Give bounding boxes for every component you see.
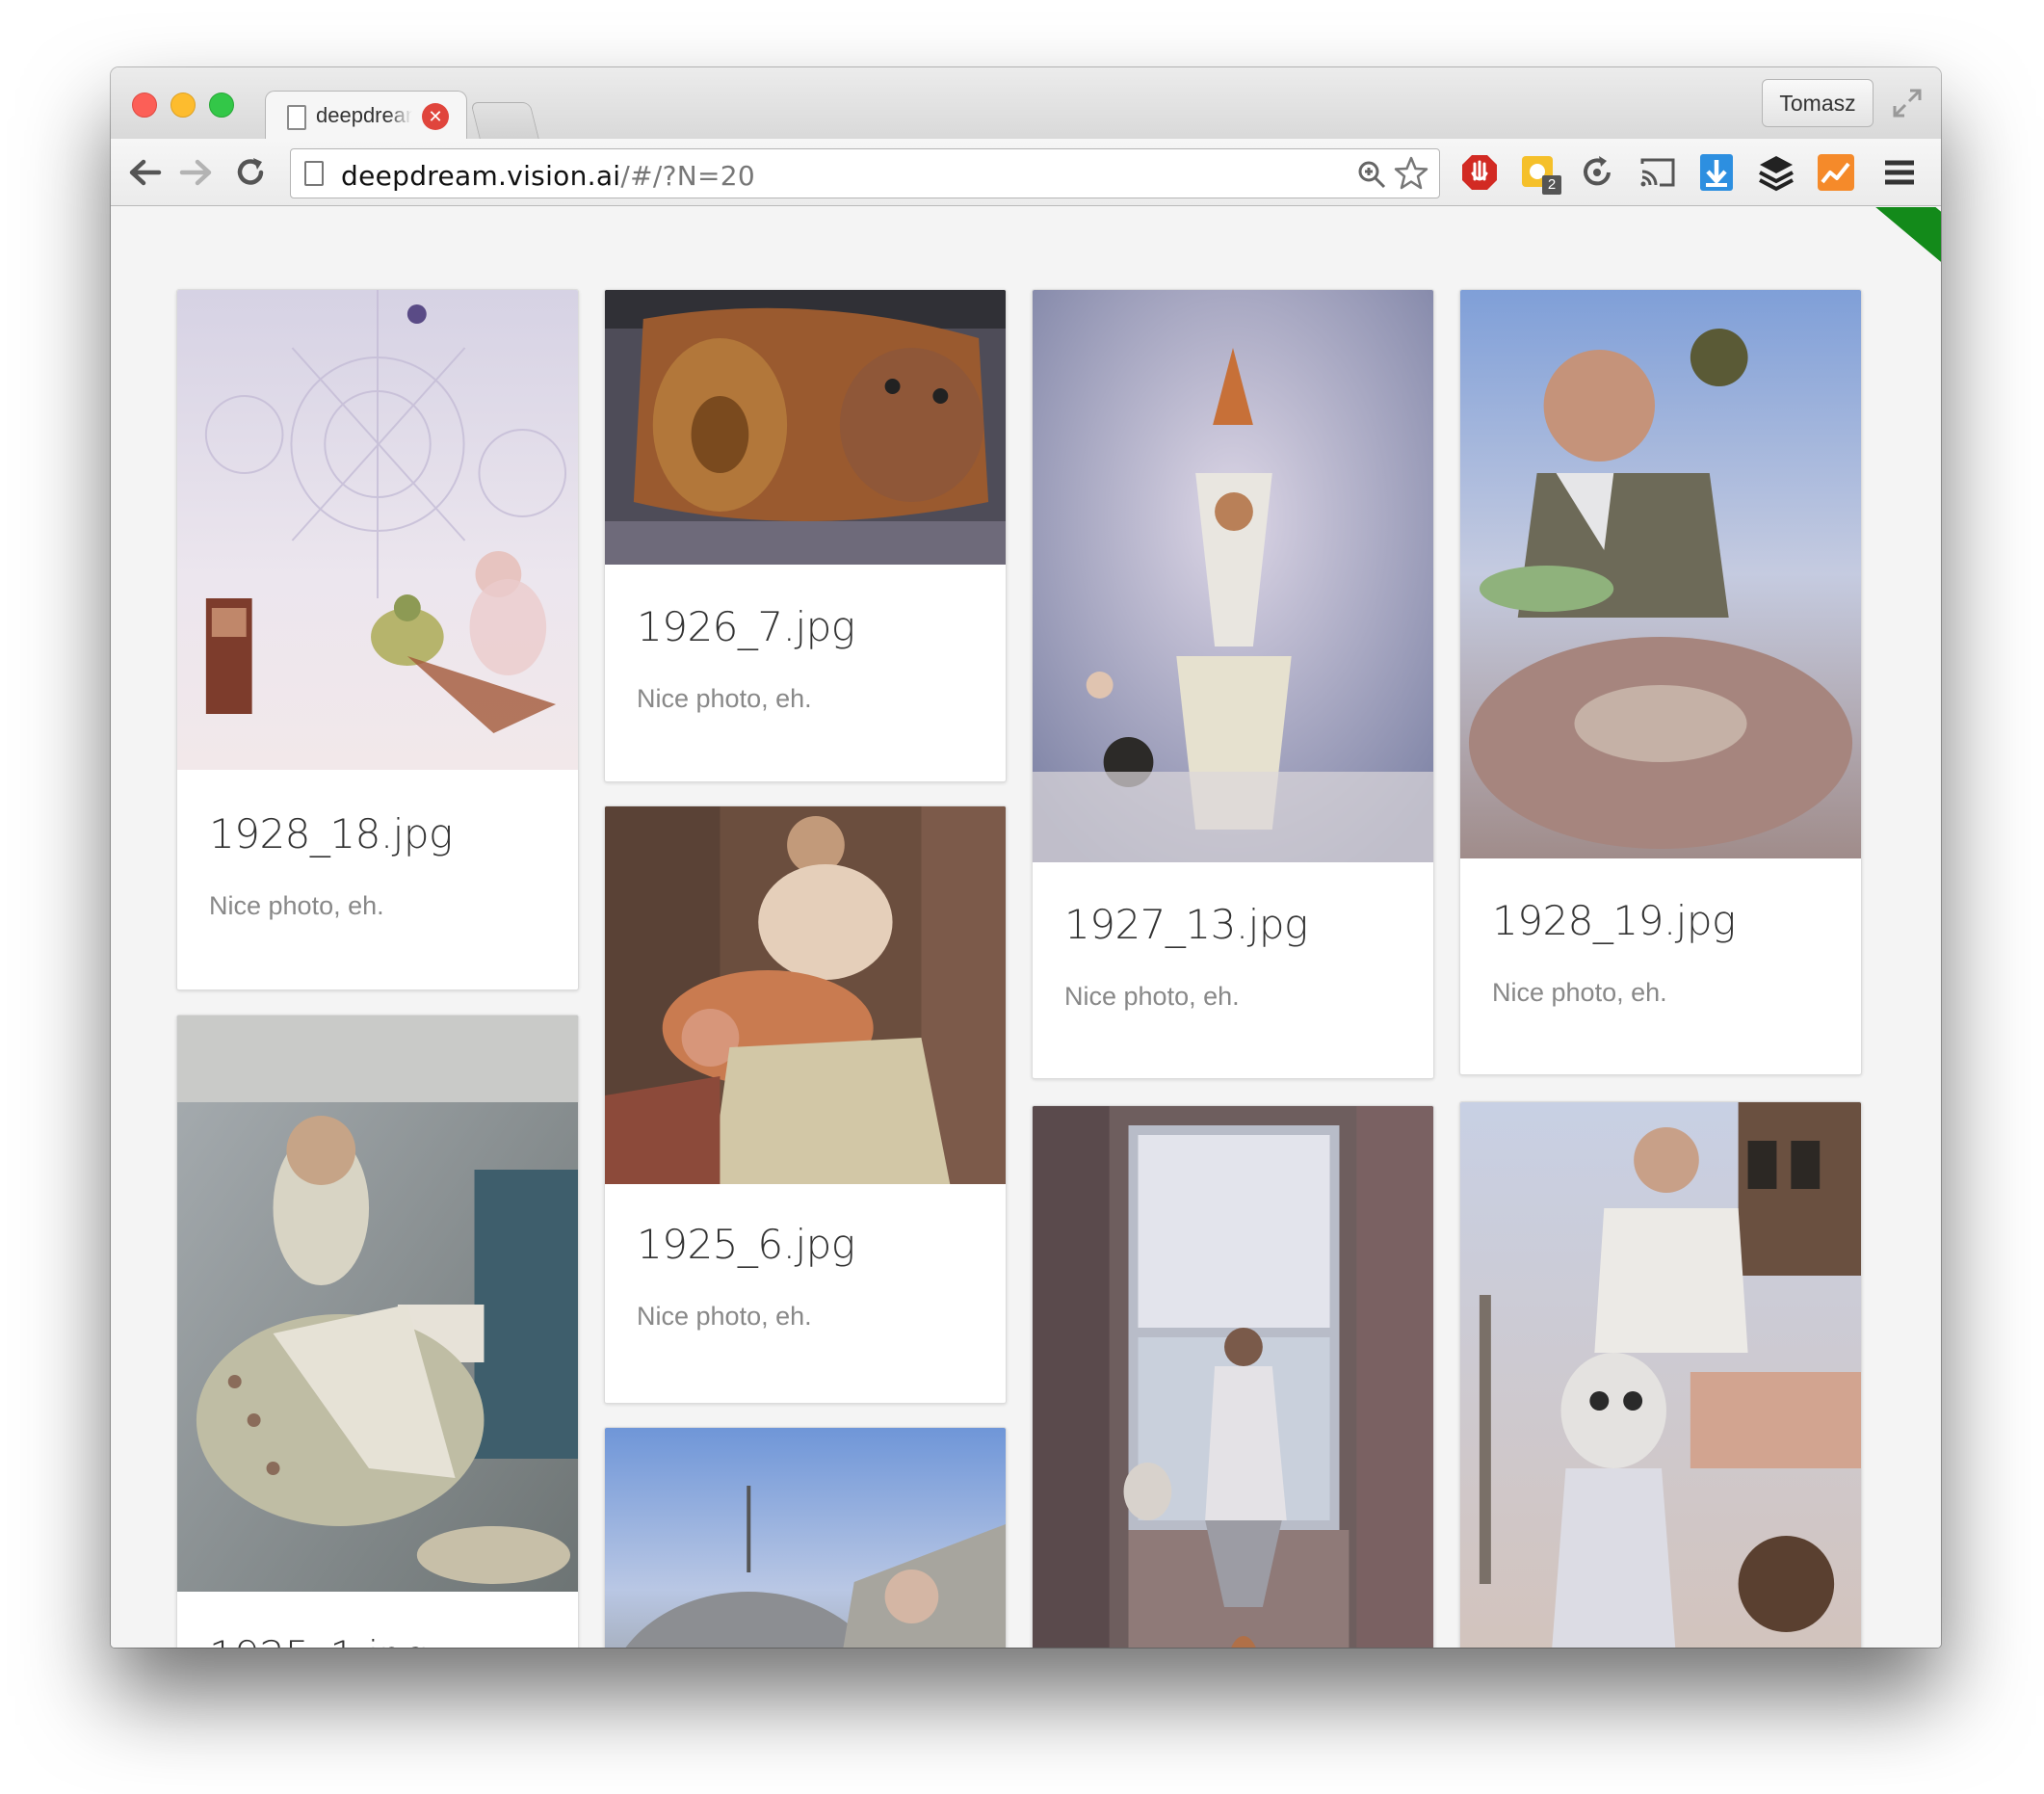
fullscreen-icon[interactable]	[1891, 87, 1924, 119]
photo-description: Nice photo, eh.	[209, 891, 384, 920]
bookmark-star-icon[interactable]	[1393, 155, 1429, 192]
menu-icon[interactable]	[1879, 152, 1920, 193]
photo-title: 1925_6.jpg	[637, 1221, 855, 1268]
photo-description: Nice photo, eh.	[1492, 978, 1667, 1007]
reload-icon[interactable]	[232, 154, 269, 191]
back-arrow-icon[interactable]	[126, 154, 163, 191]
photo-thumbnail[interactable]	[605, 806, 1006, 1184]
photo-card[interactable]: 1926_7.jpg Nice photo, eh.	[604, 289, 1007, 782]
photo-card[interactable]: 1928_19.jpg Nice photo, eh.	[1459, 289, 1862, 1075]
photo-card[interactable]	[1459, 1101, 1862, 1648]
download-icon[interactable]	[1696, 152, 1737, 193]
layers-icon[interactable]	[1756, 152, 1796, 193]
zoom-window-button[interactable]	[209, 92, 234, 118]
url-text: deepdream.vision.ai/#/?N=20	[341, 160, 755, 192]
photo-description: Nice photo, eh.	[637, 1302, 812, 1331]
page-content: 1928_18.jpg Nice photo, eh. 1926_7.jpg N…	[111, 207, 1941, 1648]
minimize-window-button[interactable]	[170, 92, 196, 118]
sync-icon[interactable]	[1577, 152, 1617, 193]
analytics-icon[interactable]	[1816, 152, 1856, 193]
photo-thumbnail[interactable]	[1033, 290, 1433, 862]
page-icon	[304, 161, 324, 186]
photo-thumbnail[interactable]	[605, 1428, 1006, 1648]
photo-card[interactable]: 1925_6.jpg Nice photo, eh.	[604, 805, 1007, 1404]
photo-card[interactable]: 1925_1.jpg	[176, 1015, 579, 1648]
photo-card[interactable]	[1032, 1105, 1434, 1648]
photo-thumbnail[interactable]	[1460, 290, 1861, 858]
photo-thumbnail[interactable]	[605, 290, 1006, 565]
title-bar: deepdream ✕ Tomasz	[111, 67, 1941, 141]
profile-button[interactable]: Tomasz	[1762, 79, 1874, 127]
photo-title: 1928_19.jpg	[1492, 897, 1736, 944]
forward-arrow-icon[interactable]	[178, 154, 215, 191]
adblock-icon[interactable]	[1459, 152, 1500, 193]
photo-description: Nice photo, eh.	[637, 684, 812, 713]
corner-ribbon[interactable]	[1865, 207, 1941, 273]
photo-title: 1928_18.jpg	[209, 810, 453, 857]
photo-title: 1926_7.jpg	[637, 603, 855, 650]
photo-card[interactable]	[604, 1427, 1007, 1648]
close-window-button[interactable]	[132, 92, 157, 118]
page-icon	[287, 105, 306, 130]
photo-thumbnail[interactable]	[177, 1016, 578, 1592]
zoom-icon[interactable]	[1356, 159, 1387, 190]
tab-title: deepdream	[316, 103, 412, 127]
photo-title: 1925_1.jpg	[209, 1632, 428, 1648]
photo-title: 1927_13.jpg	[1064, 901, 1308, 948]
photo-card[interactable]: 1927_13.jpg Nice photo, eh.	[1032, 289, 1434, 1079]
close-tab-icon[interactable]: ✕	[422, 103, 449, 130]
browser-toolbar: deepdream.vision.ai/#/?N=20 2	[111, 139, 1941, 206]
photo-thumbnail[interactable]	[1460, 1102, 1861, 1648]
photo-card[interactable]: 1928_18.jpg Nice photo, eh.	[176, 289, 579, 990]
photo-thumbnail[interactable]	[177, 290, 578, 770]
address-bar[interactable]: deepdream.vision.ai/#/?N=20	[290, 148, 1440, 198]
browser-tab[interactable]: deepdream ✕	[265, 91, 467, 141]
photo-description: Nice photo, eh.	[1064, 982, 1240, 1011]
browser-window: deepdream ✕ Tomasz deepdream.vision.ai/#…	[111, 67, 1941, 1648]
photo-thumbnail[interactable]	[1033, 1106, 1433, 1648]
extension-badge: 2	[1542, 175, 1561, 195]
new-tab-button[interactable]	[470, 102, 539, 139]
cast-icon[interactable]	[1637, 152, 1677, 193]
extension-notes-icon[interactable]: 2	[1519, 152, 1561, 195]
